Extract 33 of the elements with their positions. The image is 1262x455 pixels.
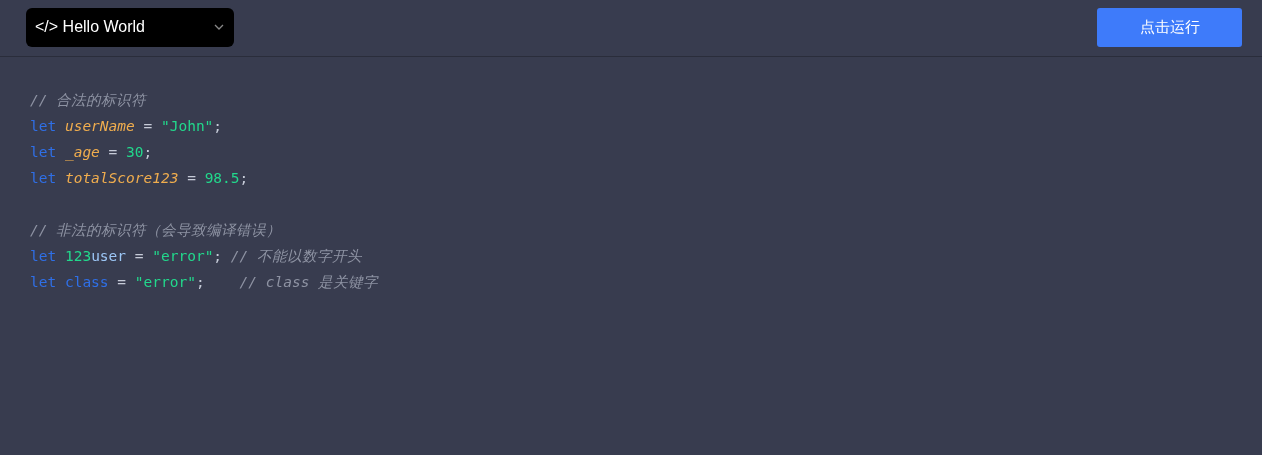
operator: =: [107, 143, 119, 162]
operator: ;: [239, 169, 249, 188]
string-literal: "error": [152, 247, 214, 266]
variable-name: _age: [64, 143, 100, 163]
code-comment: // 非法的标识符（会导致编译错误）: [30, 221, 282, 240]
code-comment: // 不能以数字开头: [230, 247, 363, 266]
operator: ;: [195, 273, 206, 292]
example-select[interactable]: </> Hello World: [26, 7, 234, 47]
operator: =: [142, 117, 154, 136]
chevron-down-icon: [214, 24, 224, 30]
keyword: let: [30, 169, 57, 188]
code-comment: // 合法的标识符: [30, 91, 147, 110]
operator: ;: [213, 247, 224, 266]
string-literal: "John": [160, 117, 214, 136]
variable-name: totalScore123: [64, 169, 179, 188]
operator: ;: [213, 117, 223, 136]
variable-name: userName: [64, 117, 135, 136]
operator: ;: [143, 143, 153, 162]
number-literal: 30: [126, 143, 144, 162]
operator: =: [133, 247, 145, 266]
code-comment: // class 是关键字: [239, 273, 379, 292]
number-literal: 123: [64, 247, 92, 266]
keyword: let: [30, 143, 57, 162]
keyword: let: [30, 273, 57, 292]
keyword: let: [30, 117, 57, 136]
string-literal: "error": [134, 273, 196, 292]
keyword: class: [64, 273, 109, 292]
run-button[interactable]: 点击运行: [1097, 7, 1242, 47]
keyword: let: [30, 247, 57, 266]
number-literal: 98.5: [204, 169, 240, 188]
operator: =: [186, 169, 197, 188]
identifier: user: [91, 247, 127, 266]
operator: =: [116, 273, 128, 292]
